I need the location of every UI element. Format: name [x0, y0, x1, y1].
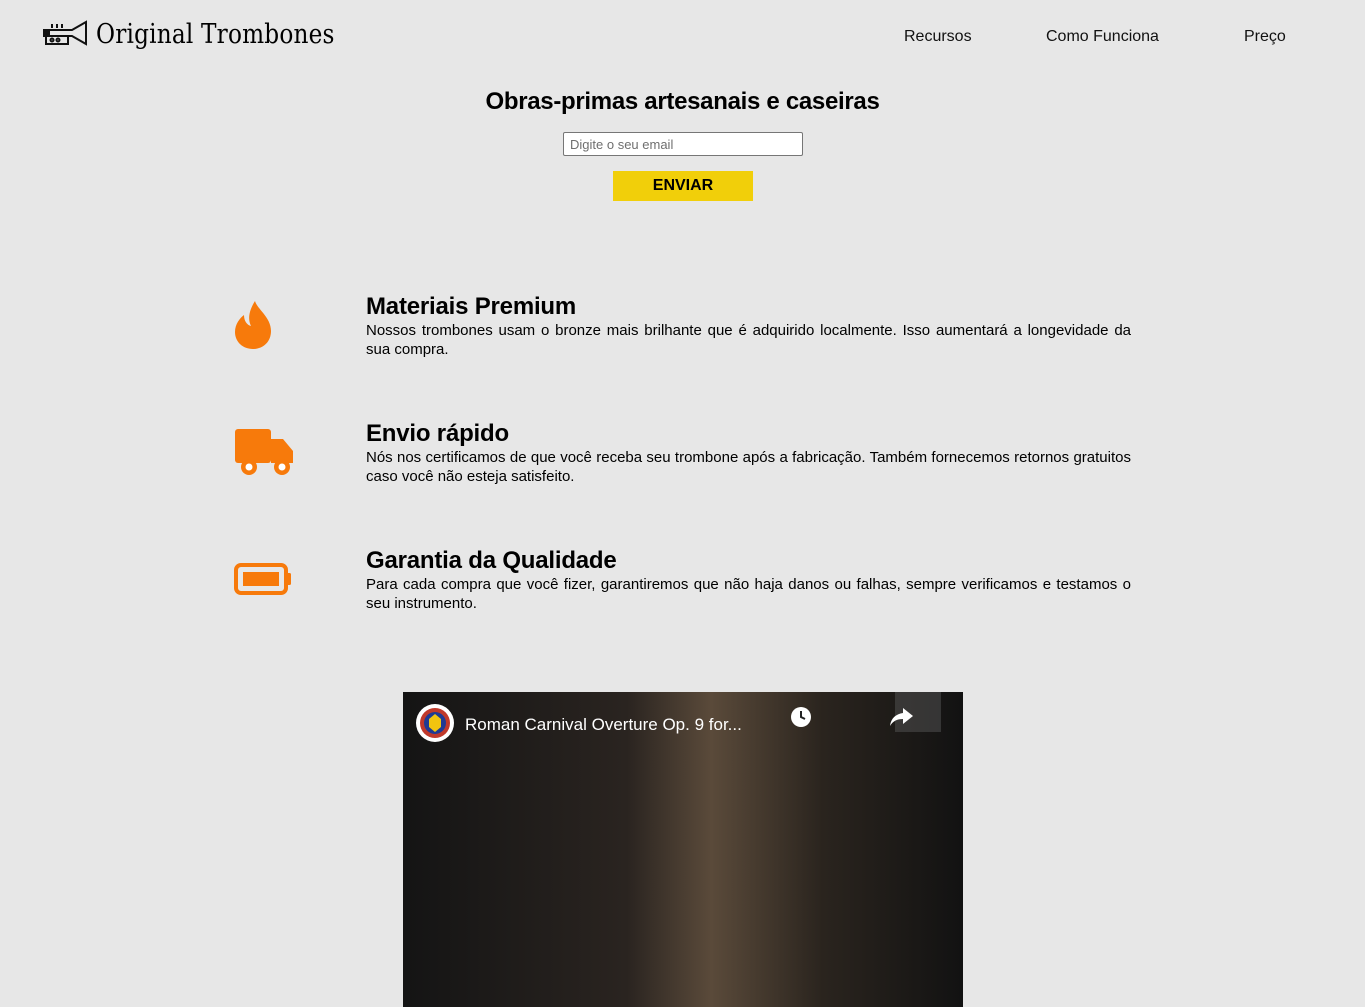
feature-text: Nossos trombones usam o bronze mais bril…: [366, 322, 1131, 358]
nav-link-como-funciona[interactable]: Como Funciona: [1046, 28, 1159, 46]
logo-text: Original Trombones: [96, 18, 335, 50]
channel-avatar[interactable]: [416, 704, 454, 742]
share-icon[interactable]: [889, 705, 915, 729]
feature-title: Materiais Premium: [366, 293, 577, 320]
send-button[interactable]: ENVIAR: [613, 171, 753, 201]
trumpet-icon: [43, 20, 87, 46]
video-title[interactable]: Roman Carnival Overture Op. 9 for...: [465, 715, 742, 735]
feature-title: Envio rápido: [366, 420, 509, 447]
feature-text: Nós nos certificamos de que você receba …: [366, 449, 1131, 485]
battery-icon: [234, 563, 291, 595]
feature-title: Garantia da Qualidade: [366, 547, 617, 574]
channel-emblem-icon: [420, 708, 450, 738]
nav-link-preco[interactable]: Preço: [1244, 28, 1286, 46]
fire-icon: [235, 301, 271, 349]
site-header: Original Trombones Recursos Como Funcion…: [0, 0, 1365, 72]
feature-text: Para cada compra que você fizer, garanti…: [366, 576, 1131, 612]
hero-title: Obras-primas artesanais e caseiras: [485, 88, 880, 115]
truck-icon: [235, 429, 293, 475]
logo[interactable]: Original Trombones: [42, 18, 373, 50]
video-thumbnail: [403, 692, 963, 1007]
watch-later-icon[interactable]: [789, 705, 813, 729]
email-input[interactable]: [563, 132, 803, 156]
video-embed[interactable]: Roman Carnival Overture Op. 9 for...: [403, 692, 963, 1007]
nav-link-recursos[interactable]: Recursos: [904, 28, 972, 46]
